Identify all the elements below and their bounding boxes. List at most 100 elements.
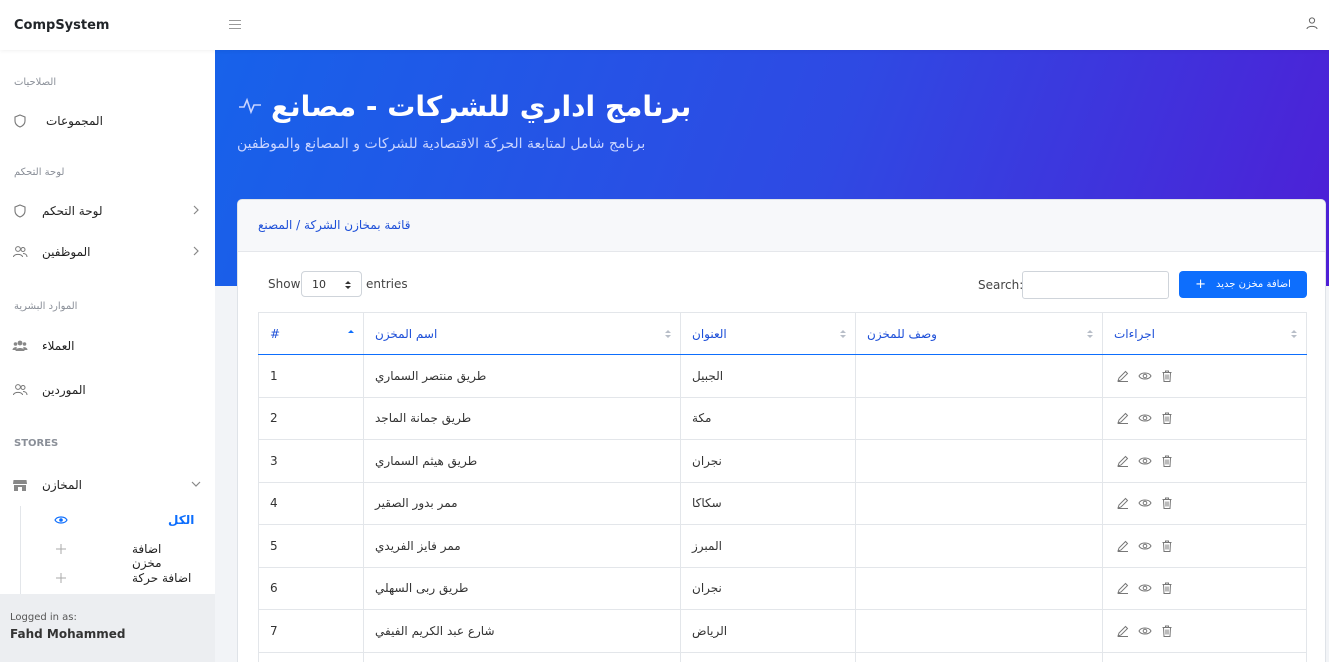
logged-in-label: Logged in as: xyxy=(10,612,77,623)
sidebar-item-employees[interactable]: الموظفين xyxy=(0,237,215,267)
edit-icon[interactable] xyxy=(1116,581,1130,595)
view-icon[interactable] xyxy=(1138,624,1152,638)
table-row[interactable]: 6 طريق ربى السهلي نجران xyxy=(258,566,1307,610)
sidebar: الصلاحيات المجموعات لوحة التحكم لوحة الت… xyxy=(0,50,215,662)
table-row[interactable] xyxy=(258,651,1307,662)
cell-actions xyxy=(1102,566,1307,610)
search-input[interactable] xyxy=(1022,271,1169,299)
table-row[interactable]: 7 شارع عبد الكريم الفيفي الرياض xyxy=(258,609,1307,653)
cell-name: طريق منتصر السماري xyxy=(363,354,681,398)
cell-address: سكاكا xyxy=(680,481,856,525)
cell-actions xyxy=(1102,609,1307,653)
sidebar-item-label: الموردين xyxy=(42,383,86,397)
card-header: قائمة بمخازن الشركة / المصنع xyxy=(238,200,1325,252)
delete-icon[interactable] xyxy=(1160,369,1174,383)
edit-icon[interactable] xyxy=(1116,539,1130,553)
table-row[interactable]: 3 طريق هيثم السماري نجران xyxy=(258,439,1307,483)
column-header-address[interactable]: العنوان xyxy=(680,312,856,355)
sidebar-item-customers[interactable]: العملاء xyxy=(0,331,215,361)
delete-icon[interactable] xyxy=(1160,624,1174,638)
view-icon[interactable] xyxy=(1138,454,1152,468)
brand-name[interactable]: CompSystem xyxy=(0,18,215,33)
users-icon xyxy=(13,384,28,396)
sidebar-item-label: المخازن xyxy=(42,478,82,492)
sort-icon xyxy=(840,330,846,338)
submenu-item-add-store[interactable]: اضافة مخزن xyxy=(50,537,200,570)
stores-card: قائمة بمخازن الشركة / المصنع Show 10 ent… xyxy=(237,199,1326,662)
edit-icon[interactable] xyxy=(1116,411,1130,425)
sort-icon xyxy=(665,330,671,338)
view-icon[interactable] xyxy=(1138,581,1152,595)
select-arrows-icon xyxy=(345,281,351,289)
chevron-down-icon xyxy=(191,481,201,487)
table-header-row: # اسم المخزن العنوان وصف للمخزن اجراءات xyxy=(258,312,1307,355)
pulse-icon xyxy=(239,97,261,115)
sidebar-item-label: العملاء xyxy=(42,339,75,353)
cell-name: طريق جمانة الماجد xyxy=(363,396,681,440)
page-length-select[interactable]: 10 xyxy=(301,271,362,297)
section-title-stores: STORES xyxy=(14,438,59,449)
view-icon[interactable] xyxy=(1138,369,1152,383)
cell-id: 1 xyxy=(258,354,364,398)
cell-description xyxy=(855,566,1103,610)
cell-address: نجران xyxy=(680,439,856,483)
cell-id: 3 xyxy=(258,439,364,483)
cell-name: ممر بدور الصقير xyxy=(363,481,681,525)
edit-icon[interactable] xyxy=(1116,369,1130,383)
shield-icon xyxy=(14,114,26,128)
view-icon[interactable] xyxy=(1138,496,1152,510)
sidebar-item-label: الموظفين xyxy=(42,245,91,259)
submenu-item-all[interactable]: الكل xyxy=(50,508,200,534)
cell-description xyxy=(855,396,1103,440)
table-row[interactable]: 2 طريق جمانة الماجد مكة xyxy=(258,396,1307,440)
cell-address: المبرز xyxy=(680,524,856,568)
plus-icon: + xyxy=(1195,277,1206,292)
show-label: Show xyxy=(268,277,301,291)
view-icon[interactable] xyxy=(1138,411,1152,425)
delete-icon[interactable] xyxy=(1160,411,1174,425)
cell-id: 2 xyxy=(258,396,364,440)
card-title: قائمة بمخازن الشركة / المصنع xyxy=(258,218,411,232)
submenu-item-add-movement[interactable]: اضافة حركة xyxy=(50,566,200,592)
cell-actions xyxy=(1102,439,1307,483)
cell-address: مكة xyxy=(680,396,856,440)
cell-actions xyxy=(1102,354,1307,398)
cell-id: 7 xyxy=(258,609,364,653)
sort-icon xyxy=(1087,330,1093,338)
column-header-id[interactable]: # xyxy=(258,312,364,355)
delete-icon[interactable] xyxy=(1160,496,1174,510)
column-header-description[interactable]: وصف للمخزن xyxy=(855,312,1103,355)
sidebar-item-suppliers[interactable]: الموردين xyxy=(0,375,215,405)
sidebar-item-groups[interactable]: المجموعات xyxy=(0,106,215,136)
delete-icon[interactable] xyxy=(1160,581,1174,595)
section-title-hr: الموارد البشرية xyxy=(14,301,78,312)
sidebar-item-dashboard[interactable]: لوحة التحكم xyxy=(0,196,215,226)
menu-toggle-icon[interactable] xyxy=(229,17,241,31)
edit-icon[interactable] xyxy=(1116,454,1130,468)
add-store-label: اضافة مخزن جديد xyxy=(1215,279,1291,290)
entries-label: entries xyxy=(366,277,408,291)
cell-description xyxy=(855,524,1103,568)
table-row[interactable]: 1 طريق منتصر السماري الجبيل xyxy=(258,354,1307,398)
edit-icon[interactable] xyxy=(1116,624,1130,638)
submenu-line xyxy=(20,506,21,594)
cell-description xyxy=(855,651,1103,662)
cell-name xyxy=(363,651,681,662)
user-icon[interactable] xyxy=(1305,16,1319,30)
sidebar-item-stores[interactable]: المخازن xyxy=(0,470,215,500)
column-header-actions[interactable]: اجراءات xyxy=(1102,312,1307,355)
cell-address: نجران xyxy=(680,566,856,610)
cell-name: شارع عبد الكريم الفيفي xyxy=(363,609,681,653)
delete-icon[interactable] xyxy=(1160,539,1174,553)
delete-icon[interactable] xyxy=(1160,454,1174,468)
add-store-button[interactable]: + اضافة مخزن جديد xyxy=(1179,271,1307,298)
table-row[interactable]: 5 ممر فايز الفريدي المبرز xyxy=(258,524,1307,568)
view-icon[interactable] xyxy=(1138,539,1152,553)
cell-actions xyxy=(1102,481,1307,525)
column-header-name[interactable]: اسم المخزن xyxy=(363,312,681,355)
stores-table: # اسم المخزن العنوان وصف للمخزن اجراءات … xyxy=(258,312,1307,662)
table-row[interactable]: 4 ممر بدور الصقير سكاكا xyxy=(258,481,1307,525)
edit-icon[interactable] xyxy=(1116,496,1130,510)
section-title-dashboard: لوحة التحكم xyxy=(14,167,65,178)
cell-name: طريق هيثم السماري xyxy=(363,439,681,483)
